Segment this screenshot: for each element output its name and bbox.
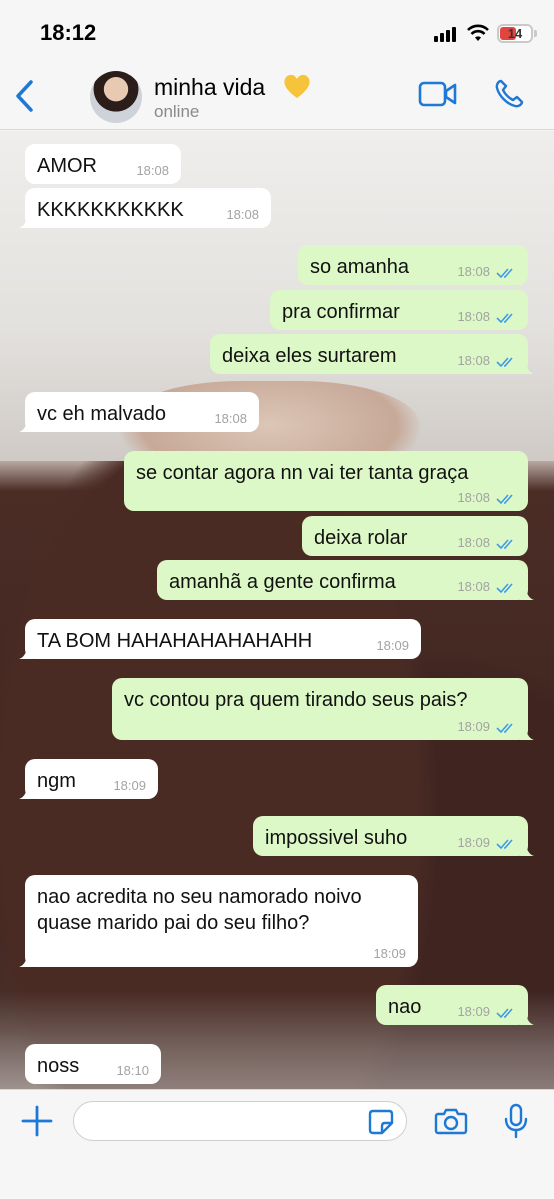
sticker-icon[interactable] (367, 1108, 395, 1136)
battery-icon: 14 (497, 24, 533, 43)
message-time: 18:09 (457, 719, 490, 734)
video-icon[interactable] (418, 80, 458, 108)
message-outgoing[interactable]: deixa eles surtarem 18:08 (210, 334, 534, 374)
message-outgoing[interactable]: vc contou pra quem tirando seus pais? 18… (112, 678, 534, 740)
message-outgoing[interactable]: so amanha 18:08 (298, 245, 528, 285)
message-outgoing[interactable]: deixa rolar 18:08 (302, 516, 528, 556)
message-text: noss (37, 1055, 80, 1077)
message-outgoing[interactable]: impossivel suho 18:09 (253, 816, 534, 856)
message-outgoing[interactable]: nao 18:09 (376, 985, 534, 1025)
message-incoming[interactable]: nao acredita no seu namorado noivo quase… (19, 875, 418, 967)
message-time: 18:10 (116, 1063, 149, 1078)
status-bar: 18:12 14 (0, 0, 554, 64)
message-time: 18:08 (457, 309, 490, 324)
message-time: 18:08 (457, 264, 490, 279)
status-time: 18:12 (40, 20, 97, 45)
message-text: nao acredita no seu namorado noivo quase… (37, 886, 362, 934)
contact-status: online (154, 102, 200, 121)
message-incoming[interactable]: ngm 18:09 (19, 759, 158, 799)
message-text: pra confirmar (282, 301, 400, 323)
read-ticks-icon (496, 313, 513, 324)
read-ticks-icon (496, 723, 513, 734)
contact-name[interactable]: minha vida (154, 74, 265, 101)
chat-header: minha vida online (0, 64, 554, 130)
message-input[interactable] (73, 1101, 407, 1141)
read-ticks-icon (496, 583, 513, 594)
signal-icon (434, 26, 456, 42)
message-time: 18:09 (457, 835, 490, 850)
phone-icon[interactable] (493, 78, 525, 110)
message-time: 18:08 (136, 163, 169, 178)
message-text: vc contou pra quem tirando seus pais? (124, 689, 468, 711)
message-text: vc eh malvado (37, 403, 166, 425)
message-incoming[interactable]: vc eh malvado 18:08 (19, 392, 259, 432)
chat-area[interactable]: AMOR 18:08 KKKKKKKKKKK 18:08 so amanha 1… (0, 131, 554, 1089)
mic-icon[interactable] (503, 1103, 529, 1139)
message-text: se contar agora nn vai ter tanta graça (136, 462, 469, 484)
message-text: amanhã a gente confirma (169, 571, 396, 593)
message-time: 18:08 (214, 411, 247, 426)
message-incoming[interactable]: KKKKKKKKKKK 18:08 (19, 188, 271, 228)
message-time: 18:08 (457, 353, 490, 368)
message-time: 18:09 (376, 638, 409, 653)
avatar[interactable] (90, 71, 142, 123)
plus-icon[interactable] (20, 1104, 54, 1138)
camera-icon[interactable] (434, 1106, 468, 1136)
battery-level: 14 (507, 26, 523, 41)
message-time: 18:09 (457, 1004, 490, 1019)
back-chevron-icon[interactable] (10, 78, 40, 114)
message-text: nao (388, 996, 422, 1018)
message-time: 18:08 (226, 207, 259, 222)
read-ticks-icon (496, 357, 513, 368)
message-time: 18:08 (457, 490, 490, 505)
read-ticks-icon (496, 268, 513, 279)
message-text: AMOR (37, 155, 97, 177)
message-incoming[interactable]: noss 18:10 (25, 1044, 161, 1084)
message-outgoing[interactable]: amanhã a gente confirma 18:08 (157, 560, 534, 600)
message-text: impossivel suho (265, 827, 408, 849)
message-text: so amanha (310, 256, 409, 278)
composer-bar (0, 1089, 554, 1199)
message-text: ngm (37, 770, 76, 792)
read-ticks-icon (496, 494, 513, 505)
message-time: 18:08 (457, 579, 490, 594)
message-text: KKKKKKKKKKK (37, 199, 184, 221)
read-ticks-icon (496, 539, 513, 550)
message-incoming[interactable]: TA BOM HAHAHAHAHAHAHH 18:09 (19, 619, 421, 659)
read-ticks-icon (496, 1008, 513, 1019)
wifi-icon (467, 24, 489, 41)
message-time: 18:08 (457, 535, 490, 550)
read-ticks-icon (496, 839, 513, 850)
message-text: deixa eles surtarem (222, 345, 397, 367)
heart-icon (284, 74, 310, 98)
message-time: 18:09 (373, 946, 406, 961)
message-time: 18:09 (113, 778, 146, 793)
message-text: TA BOM HAHAHAHAHAHAHH (37, 630, 313, 652)
message-text: deixa rolar (314, 527, 408, 549)
message-outgoing[interactable]: se contar agora nn vai ter tanta graça 1… (124, 451, 528, 511)
message-outgoing[interactable]: pra confirmar 18:08 (270, 290, 528, 330)
message-incoming[interactable]: AMOR 18:08 (25, 144, 181, 184)
